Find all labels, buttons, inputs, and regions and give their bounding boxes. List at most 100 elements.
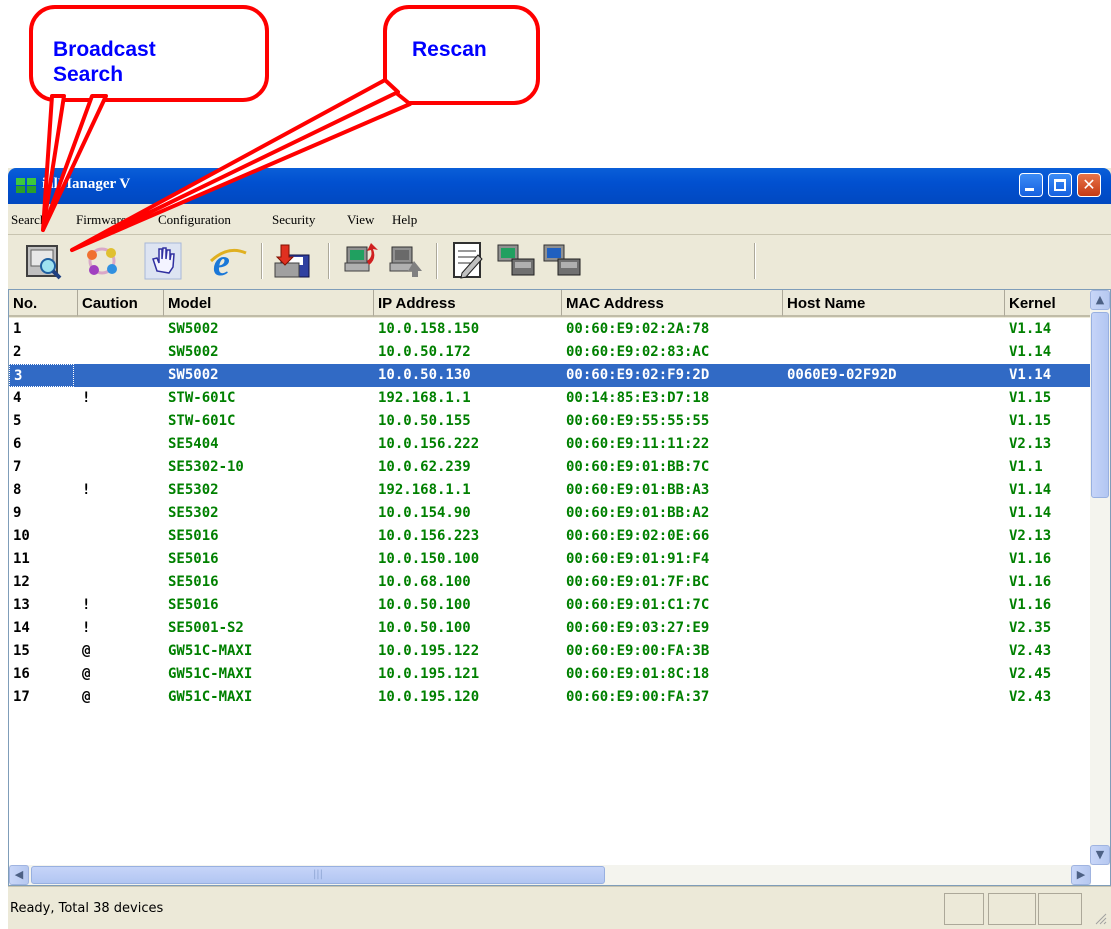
column-header-host-name[interactable]: Host Name (783, 290, 1005, 317)
table-row[interactable]: 6 SE5404 10.0.156.222 00:60:E9:11:11:22 V2.1… (9, 433, 1091, 456)
cell-no: 6 (13, 436, 22, 452)
cell-no: 10 (13, 528, 30, 544)
cell-host-name (783, 663, 787, 686)
hand-locate-icon[interactable] (143, 241, 183, 281)
cell-kernel: V1.16 (1009, 574, 1052, 590)
cell-ip-address: 10.0.158.150 (378, 321, 480, 337)
status-panel (988, 893, 1036, 925)
scroll-right-button[interactable]: ▶ (1071, 865, 1091, 885)
cell-host-name (783, 433, 787, 456)
cell-ip-address: 192.168.1.1 (378, 482, 471, 498)
column-header-model[interactable]: Model (164, 290, 374, 317)
table-row[interactable]: 3 SW5002 10.0.50.130 00:60:E9:02:F9:2D 0060E… (9, 364, 1091, 387)
toolbar-separator (754, 243, 756, 279)
configure-icon[interactable] (448, 241, 488, 281)
internet-explorer-icon[interactable]: e (208, 241, 248, 281)
cell-no: 1 (13, 321, 22, 337)
toolbar: e (8, 235, 1111, 290)
cell-ip-address: 10.0.50.172 (378, 344, 471, 360)
cell-host-name (783, 594, 787, 617)
cell-kernel: V1.1 (1009, 459, 1043, 475)
cell-no: 5 (13, 413, 22, 429)
cell-no: 7 (13, 459, 22, 475)
close-button[interactable]: ✕ (1077, 173, 1101, 197)
cell-kernel: V2.43 (1009, 643, 1052, 659)
cell-mac-address: 00:60:E9:00:FA:3B (566, 643, 710, 659)
cell-model: STW-601C (168, 390, 236, 406)
table-row[interactable]: 5 STW-601C 10.0.50.155 00:60:E9:55:55:55 V1.… (9, 410, 1091, 433)
table-row[interactable]: 13! SE5016 10.0.50.100 00:60:E9:01:C1:7C V1.… (9, 594, 1091, 617)
serial-manager-window: ialManager V ✕ Search Firmware Configura… (8, 168, 1111, 929)
cell-mac-address: 00:60:E9:55:55:55 (566, 413, 710, 429)
status-panel (944, 893, 984, 925)
horizontal-scrollbar[interactable]: ◀ ||| ▶ (9, 865, 1091, 885)
table-row[interactable]: 2 SW5002 10.0.50.172 00:60:E9:02:83:AC V1.14 (9, 341, 1091, 364)
table-row[interactable]: 17 @ GW51C-MAXI 10.0.195.120 00:60:E9:00:FA:… (9, 686, 1091, 709)
toolbar-separator (436, 243, 438, 279)
table-row[interactable]: 8! SE5302 192.168.1.1 00:60:E9:01:BB:A3 V1.1… (9, 479, 1091, 502)
menu-configuration[interactable]: Configuration (158, 212, 231, 228)
scroll-left-button[interactable]: ◀ (9, 865, 29, 885)
upload-icon[interactable] (343, 241, 383, 281)
column-header-caution[interactable]: Caution (78, 290, 164, 317)
horizontal-scroll-thumb[interactable]: ||| (31, 866, 605, 884)
table-row[interactable]: 14! SE5001-S2 10.0.50.100 00:60:E9:03:27:E9… (9, 617, 1091, 640)
network-icon[interactable] (82, 241, 122, 281)
cell-host-name (783, 410, 787, 433)
export-icon[interactable] (496, 241, 536, 281)
table-row[interactable]: 15 @ GW51C-MAXI 10.0.195.122 00:60:E9:00:FA:… (9, 640, 1091, 663)
menu-help[interactable]: Help (392, 212, 417, 228)
column-header-ip-address[interactable]: IP Address (374, 290, 562, 317)
vertical-scrollbar[interactable]: ▲ ▼ (1090, 290, 1110, 865)
cell-caution (78, 548, 82, 571)
cell-model: SE5302 (168, 482, 219, 498)
table-row[interactable]: 9 SE5302 10.0.154.90 00:60:E9:01:BB:A2 V1.14 (9, 502, 1091, 525)
scroll-up-button[interactable]: ▲ (1090, 290, 1110, 310)
cell-no: 16 (13, 666, 30, 682)
cell-ip-address: 10.0.156.222 (378, 436, 480, 452)
cell-no: 12 (13, 574, 30, 590)
cell-model: SE5016 (168, 528, 219, 544)
minimize-button[interactable] (1019, 173, 1043, 197)
column-header-kernel[interactable]: Kernel (1005, 290, 1091, 317)
table-row[interactable]: 1 SW5002 10.0.158.150 00:60:E9:02:2A:78 V1.1… (9, 318, 1091, 341)
cell-host-name (783, 525, 787, 548)
scroll-down-button[interactable]: ▼ (1090, 845, 1110, 865)
toolbar-separator (261, 243, 263, 279)
save-icon[interactable] (273, 241, 313, 281)
cell-kernel: V2.13 (1009, 528, 1052, 544)
cell-caution (78, 364, 82, 387)
cell-model: SE5302 (168, 505, 219, 521)
table-row[interactable]: 16 @ GW51C-MAXI 10.0.195.121 00:60:E9:01:8C:… (9, 663, 1091, 686)
cell-mac-address: 00:60:E9:01:BB:A3 (566, 482, 710, 498)
cell-kernel: V1.16 (1009, 551, 1052, 567)
title-bar[interactable]: ialManager V ✕ (8, 168, 1111, 204)
cell-model: SW5002 (168, 321, 219, 337)
column-header-mac-address[interactable]: MAC Address (562, 290, 783, 317)
cell-ip-address: 10.0.50.100 (378, 597, 471, 613)
table-row[interactable]: 12 SE5016 10.0.68.100 00:60:E9:01:7F:BC V1.1… (9, 571, 1091, 594)
cell-caution (78, 433, 82, 456)
table-row[interactable]: 11 SE5016 10.0.150.100 00:60:E9:01:91:F4 V1.… (9, 548, 1091, 571)
vertical-scroll-thumb[interactable] (1091, 312, 1109, 498)
table-row[interactable]: 4! STW-601C 192.168.1.1 00:14:85:E3:D7:18 V1… (9, 387, 1091, 410)
cell-mac-address: 00:14:85:E3:D7:18 (566, 390, 710, 406)
device-list[interactable]: No. Caution Model IP Address MAC Address… (8, 289, 1111, 886)
cell-model: SE5001-S2 (168, 620, 244, 636)
column-header-no[interactable]: No. (9, 290, 78, 317)
broadcast-search-icon[interactable] (24, 241, 64, 281)
table-row[interactable]: 10 SE5016 10.0.156.223 00:60:E9:02:0E:66 V2.… (9, 525, 1091, 548)
cell-mac-address: 00:60:E9:02:0E:66 (566, 528, 710, 544)
cell-kernel: V2.43 (1009, 689, 1052, 705)
cell-model: SW5002 (168, 367, 219, 383)
menu-search[interactable]: Search (11, 212, 46, 228)
maximize-button[interactable] (1048, 173, 1072, 197)
menu-security[interactable]: Security (272, 212, 315, 228)
import-icon[interactable] (542, 241, 582, 281)
menu-view[interactable]: View (347, 212, 374, 228)
resize-grip-icon[interactable] (1093, 911, 1107, 925)
menu-firmware[interactable]: Firmware (76, 212, 127, 228)
cell-model: GW51C-MAXI (168, 689, 253, 705)
download-icon[interactable] (388, 241, 428, 281)
table-row[interactable]: 7 SE5302-10 10.0.62.239 00:60:E9:01:BB:7C V1… (9, 456, 1091, 479)
